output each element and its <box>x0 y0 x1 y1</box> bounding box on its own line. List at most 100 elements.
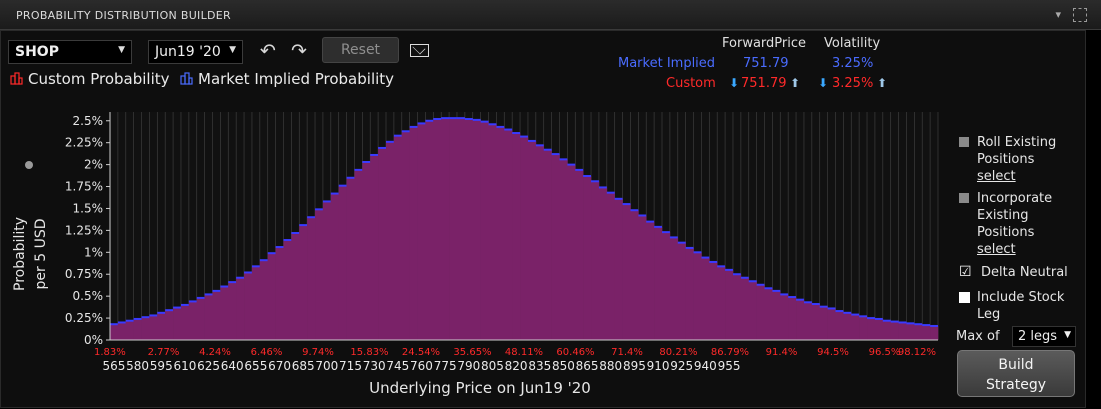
delta-neutral-option[interactable]: ☑ Delta Neutral <box>959 264 1079 282</box>
probability-bar[interactable] <box>244 272 253 340</box>
probability-bar[interactable] <box>764 288 773 340</box>
probability-bar[interactable] <box>504 129 513 340</box>
probability-bar[interactable] <box>606 192 615 340</box>
probability-bar[interactable] <box>322 201 332 340</box>
probability-bar[interactable] <box>859 316 868 340</box>
probability-bar[interactable] <box>212 290 221 340</box>
probability-bar[interactable] <box>315 209 324 340</box>
probability-bar[interactable] <box>630 210 639 340</box>
probability-bar[interactable] <box>922 325 931 340</box>
probability-bar[interactable] <box>898 322 907 340</box>
probability-bar[interactable] <box>701 257 710 340</box>
probability-bar[interactable] <box>867 318 876 340</box>
probability-bar[interactable] <box>488 124 497 341</box>
reset-button[interactable]: Reset <box>322 37 399 63</box>
mail-icon[interactable] <box>410 44 429 57</box>
incorporate-checkbox[interactable] <box>959 193 969 203</box>
probability-bar[interactable] <box>677 242 686 340</box>
probability-bar[interactable] <box>338 185 347 340</box>
probability-bar[interactable] <box>259 260 269 340</box>
probability-bar[interactable] <box>780 294 789 340</box>
probability-bar[interactable] <box>157 312 166 340</box>
probability-bar[interactable] <box>401 131 410 340</box>
probability-bar[interactable] <box>204 294 213 340</box>
probability-bar[interactable] <box>520 136 529 340</box>
probability-bar[interactable] <box>362 161 371 340</box>
checkbox-checked-icon[interactable]: ☑ <box>959 264 972 281</box>
probability-bar[interactable] <box>646 221 655 340</box>
probability-bar[interactable] <box>480 121 489 341</box>
probability-bar[interactable] <box>291 233 300 340</box>
probability-bar[interactable] <box>125 320 134 340</box>
probability-bar[interactable] <box>543 149 552 340</box>
probability-bar[interactable] <box>512 133 521 340</box>
probability-bar[interactable] <box>417 123 426 341</box>
probability-bar[interactable] <box>914 324 923 340</box>
probability-bar[interactable] <box>662 232 671 340</box>
probability-bar[interactable] <box>614 198 623 340</box>
probability-bar[interactable] <box>567 164 576 340</box>
probability-bar[interactable] <box>796 299 805 340</box>
decrease-vol-icon[interactable]: ⬇ <box>818 76 828 90</box>
probability-bar[interactable] <box>393 135 403 340</box>
probability-bar[interactable] <box>575 169 584 340</box>
probability-bar[interactable] <box>551 154 560 340</box>
probability-bar[interactable] <box>236 277 245 340</box>
probability-bar[interactable] <box>803 302 813 340</box>
probability-bar[interactable] <box>906 323 915 340</box>
probability-chart[interactable]: Probability per 5 USD 0% 0.25% 0.5% 0.75% 1%… <box>0 100 950 405</box>
symbol-dropdown[interactable]: SHOP ▼ <box>8 40 132 64</box>
probability-bar[interactable] <box>251 266 261 340</box>
roll-existing-checkbox[interactable] <box>959 137 969 147</box>
probability-bar[interactable] <box>173 307 182 340</box>
probability-bar[interactable] <box>835 311 844 340</box>
probability-bar[interactable] <box>669 237 679 340</box>
probability-bar[interactable] <box>709 261 718 340</box>
probability-bar[interactable] <box>591 181 600 340</box>
probability-bar[interactable] <box>598 187 608 340</box>
legs-dropdown[interactable]: 2 legs ▼ <box>1012 326 1076 347</box>
roll-existing-select-link[interactable]: select <box>977 168 1016 185</box>
probability-bar[interactable] <box>456 118 466 340</box>
probability-bar[interactable] <box>220 286 229 340</box>
expand-icon[interactable] <box>1073 8 1087 22</box>
probability-bar[interactable] <box>819 306 828 340</box>
probability-bar[interactable] <box>409 126 418 341</box>
custom-forward-value[interactable]: 751.79 <box>741 76 787 91</box>
probability-bar[interactable] <box>464 119 474 340</box>
probability-bar[interactable] <box>748 281 757 340</box>
probability-bar[interactable] <box>472 119 481 340</box>
decrease-forward-icon[interactable]: ⬇ <box>729 76 739 90</box>
undo-icon[interactable]: ↶ <box>260 40 276 62</box>
probability-bar[interactable] <box>622 204 631 340</box>
probability-bar[interactable] <box>378 147 387 340</box>
probability-bar[interactable] <box>882 320 891 340</box>
probability-bar[interactable] <box>346 177 355 340</box>
probability-bar[interactable] <box>843 312 852 340</box>
build-strategy-button[interactable]: Build Strategy <box>957 350 1075 397</box>
probability-bar[interactable] <box>930 325 939 340</box>
probability-bar[interactable] <box>449 118 458 340</box>
custom-vol-value[interactable]: 3.25% <box>832 76 873 91</box>
probability-bar[interactable] <box>275 247 284 340</box>
probability-bar[interactable] <box>228 282 237 340</box>
incorporate-select-link[interactable]: select <box>977 241 1016 258</box>
probability-bar[interactable] <box>496 126 505 341</box>
probability-bar[interactable] <box>559 159 568 340</box>
probability-bar[interactable] <box>851 314 860 340</box>
probability-bar[interactable] <box>425 120 434 340</box>
probability-bar[interactable] <box>299 225 308 340</box>
probability-bar[interactable] <box>654 226 663 340</box>
probability-bar[interactable] <box>117 322 127 340</box>
probability-bar[interactable] <box>386 141 395 340</box>
probability-bar[interactable] <box>527 140 537 340</box>
probability-bar[interactable] <box>535 145 545 340</box>
probability-bar[interactable] <box>110 324 119 340</box>
probability-bar[interactable] <box>196 297 205 340</box>
menu-caret-icon[interactable]: ▾ <box>1055 8 1061 21</box>
probability-bar[interactable] <box>638 215 647 340</box>
probability-bar[interactable] <box>180 304 190 340</box>
probability-bar[interactable] <box>772 290 781 340</box>
probability-bar[interactable] <box>890 321 899 340</box>
probability-bar[interactable] <box>717 266 726 340</box>
